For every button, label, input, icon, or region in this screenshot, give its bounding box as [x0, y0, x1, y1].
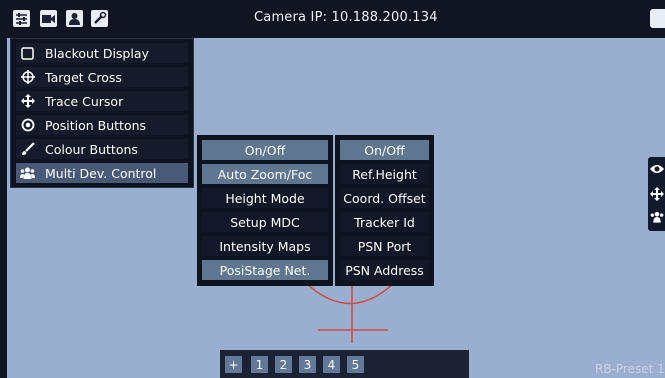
psn-address-button[interactable]: PSN Address	[340, 260, 429, 280]
psn-tracker-id-button[interactable]: Tracker Id	[340, 212, 429, 232]
square-outline-icon	[20, 46, 35, 61]
eye-icon[interactable]	[650, 162, 664, 176]
menu-item-label: Multi Dev. Control	[45, 165, 157, 181]
mdc-intensity-maps-button[interactable]: Intensity Maps	[202, 236, 328, 256]
menu-item-position-buttons[interactable]: Position Buttons	[16, 115, 188, 135]
mdc-auto-zoom-focus-button[interactable]: Auto Zoom/Foc	[202, 164, 328, 184]
mdc-on-off-button[interactable]: On/Off	[202, 140, 328, 160]
menu-item-blackout-display[interactable]: Blackout Display	[16, 43, 188, 63]
users-group-icon[interactable]	[650, 210, 664, 224]
page-button-1[interactable]: 1	[251, 356, 268, 373]
menu-item-colour-buttons[interactable]: Colour Buttons	[16, 139, 188, 159]
paint-brush-icon	[20, 142, 35, 157]
display-options-menu: Blackout Display Target Cross Trace Curs…	[10, 38, 194, 188]
radio-target-icon	[20, 118, 35, 133]
page-button-5[interactable]: 5	[347, 356, 364, 373]
preset-label: RB-Preset 1	[595, 362, 665, 376]
right-dock	[648, 157, 665, 231]
move-arrows-icon	[20, 94, 35, 109]
menu-item-label: Target Cross	[45, 69, 122, 85]
multi-dev-control-submenu: On/Off Auto Zoom/Foc Height Mode Setup M…	[197, 135, 333, 286]
psn-port-button[interactable]: PSN Port	[340, 236, 429, 256]
posistage-net-submenu: On/Off Ref.Height Coord. Offset Tracker …	[335, 135, 434, 286]
preset-page-bar: + 1 2 3 4 5	[220, 350, 469, 378]
menu-item-trace-cursor[interactable]: Trace Cursor	[16, 91, 188, 111]
menu-item-label: Trace Cursor	[45, 93, 124, 109]
menu-item-label: Colour Buttons	[45, 141, 138, 157]
target-cross-icon	[20, 70, 35, 85]
page-button-4[interactable]: 4	[323, 356, 340, 373]
psn-on-off-button[interactable]: On/Off	[340, 140, 429, 160]
mdc-posistage-net-button[interactable]: PosiStage Net.	[202, 260, 328, 280]
psn-ref-height-button[interactable]: Ref.Height	[340, 164, 429, 184]
mdc-height-mode-button[interactable]: Height Mode	[202, 188, 328, 208]
menu-item-label: Blackout Display	[45, 45, 149, 61]
menu-item-target-cross[interactable]: Target Cross	[16, 67, 188, 87]
users-group-icon	[20, 166, 35, 181]
page-button-2[interactable]: 2	[275, 356, 292, 373]
page-button-3[interactable]: 3	[299, 356, 316, 373]
mdc-setup-button[interactable]: Setup MDC	[202, 212, 328, 232]
menu-item-multi-dev-control[interactable]: Multi Dev. Control	[16, 163, 188, 183]
add-page-button[interactable]: +	[225, 356, 242, 373]
move-arrows-icon[interactable]	[650, 187, 664, 201]
menu-item-label: Position Buttons	[45, 117, 147, 133]
psn-coord-offset-button[interactable]: Coord. Offset	[340, 188, 429, 208]
